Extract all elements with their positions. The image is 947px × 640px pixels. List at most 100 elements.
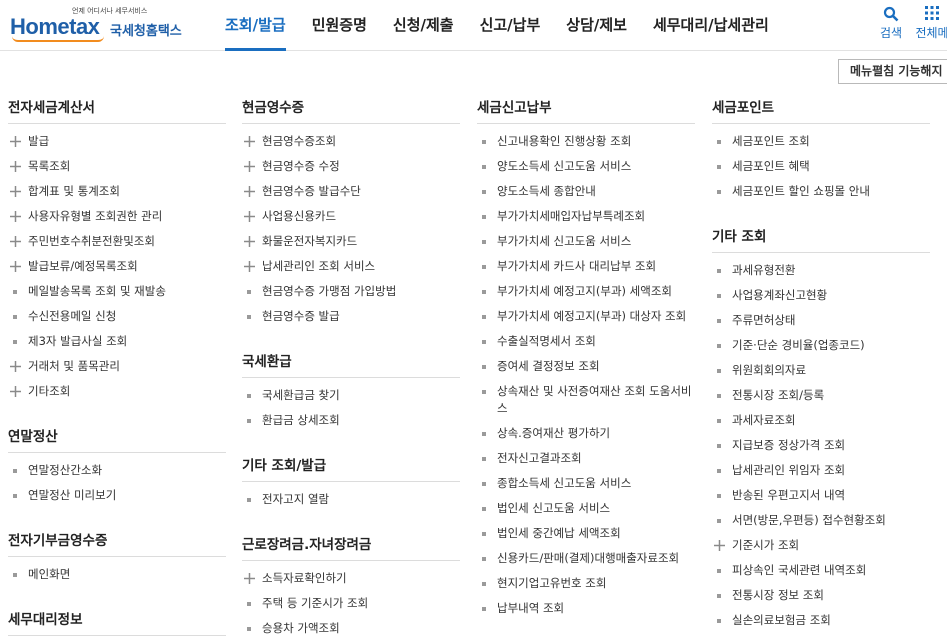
menu-item[interactable]: 법인세 신고도움 서비스: [477, 496, 695, 521]
menu-item[interactable]: 현금영수증 가맹점 가입방법: [242, 279, 460, 304]
expand-plus-icon[interactable]: [712, 537, 726, 554]
section-title[interactable]: 연말정산: [8, 422, 226, 453]
menu-item[interactable]: 상속.증여재산 평가하기: [477, 421, 695, 446]
menu-item[interactable]: 사업용신용카드: [242, 204, 460, 229]
menu-item[interactable]: 전통시장 조회/등록: [712, 383, 930, 408]
all-menu-button[interactable]: 전체메: [912, 6, 947, 41]
nav-item-3[interactable]: 신청/제출: [380, 0, 467, 51]
expand-plus-icon[interactable]: [8, 258, 22, 275]
menu-item[interactable]: 수출실적명세서 조회: [477, 329, 695, 354]
menu-item[interactable]: 화물운전자복지카드: [242, 229, 460, 254]
section-title[interactable]: 국세환급: [242, 347, 460, 378]
expand-plus-icon[interactable]: [8, 383, 22, 400]
menu-item[interactable]: 세금포인트 조회: [712, 129, 930, 154]
menu-item[interactable]: 합계표 및 통계조회: [8, 179, 226, 204]
menu-item[interactable]: 반송된 우편고지서 내역: [712, 483, 930, 508]
expand-plus-icon[interactable]: [242, 258, 256, 275]
expand-plus-icon[interactable]: [242, 570, 256, 587]
menu-item[interactable]: 부가가치세 카드사 대리납부 조회: [477, 254, 695, 279]
menu-item[interactable]: 양도소득세 종합안내: [477, 179, 695, 204]
menu-item[interactable]: 주류면허상태: [712, 308, 930, 333]
menu-item[interactable]: 과세자료조회: [712, 408, 930, 433]
menu-item[interactable]: 승용차 가액조회: [242, 616, 460, 640]
menu-collapse-button[interactable]: 메뉴펼침 기능해지: [838, 59, 947, 84]
section-title[interactable]: 세금신고납부: [477, 93, 695, 124]
expand-plus-icon[interactable]: [8, 133, 22, 150]
menu-item[interactable]: 과세유형전환: [712, 258, 930, 283]
menu-item[interactable]: 현금영수증 발급: [242, 304, 460, 329]
menu-item[interactable]: 실손의료보험금 조회: [712, 608, 930, 633]
menu-item[interactable]: 세금포인트 혜택: [712, 154, 930, 179]
menu-item[interactable]: 증여세 결정정보 조회: [477, 354, 695, 379]
menu-item[interactable]: 현금영수증 수정: [242, 154, 460, 179]
nav-item-1[interactable]: 조회/발급: [212, 0, 299, 51]
menu-item[interactable]: 환급금 상세조회: [242, 408, 460, 433]
menu-item[interactable]: 사용자유형별 조회권한 관리: [8, 204, 226, 229]
menu-item[interactable]: 수신전용메일 신청: [8, 304, 226, 329]
menu-item[interactable]: 기준시가 조회: [712, 533, 930, 558]
hometax-logo[interactable]: 언제 어디서나 세무서비스 Hometax 국세청홈택스: [10, 6, 190, 46]
menu-item[interactable]: 주민번호수취분전환및조회: [8, 229, 226, 254]
expand-plus-icon[interactable]: [242, 208, 256, 225]
section-title[interactable]: 세무대리정보: [8, 605, 226, 636]
menu-item[interactable]: 신고내용확인 진행상황 조회: [477, 129, 695, 154]
menu-item[interactable]: 발급: [8, 129, 226, 154]
nav-item-4[interactable]: 신고/납부: [467, 0, 554, 51]
expand-plus-icon[interactable]: [8, 158, 22, 175]
menu-item[interactable]: 위원회회의자료: [712, 358, 930, 383]
menu-item[interactable]: 납세관리인 조회 서비스: [242, 254, 460, 279]
menu-item[interactable]: 메일발송목록 조회 및 재발송: [8, 279, 226, 304]
menu-item[interactable]: 목록조회: [8, 154, 226, 179]
menu-item[interactable]: 서면(방문,우편등) 접수현황조회: [712, 508, 930, 533]
menu-item[interactable]: 현금영수증 발급수단: [242, 179, 460, 204]
section-title[interactable]: 전자기부금영수증: [8, 526, 226, 557]
menu-item[interactable]: 전통시장 정보 조회: [712, 583, 930, 608]
menu-item[interactable]: 기준·단순 경비율(업종코드): [712, 333, 930, 358]
menu-item[interactable]: 납부내역 조회: [477, 596, 695, 621]
expand-plus-icon[interactable]: [8, 358, 22, 375]
expand-plus-icon[interactable]: [242, 183, 256, 200]
menu-item[interactable]: 현지기업고유번호 조회: [477, 571, 695, 596]
expand-plus-icon[interactable]: [242, 233, 256, 250]
section-title[interactable]: 기타 조회/발급: [242, 451, 460, 482]
expand-plus-icon[interactable]: [242, 158, 256, 175]
menu-item[interactable]: 사업용계좌신고현황: [712, 283, 930, 308]
expand-plus-icon[interactable]: [8, 233, 22, 250]
expand-plus-icon[interactable]: [8, 183, 22, 200]
menu-item[interactable]: 상속재산 및 사전증여재산 조회 도움서비스: [477, 379, 695, 421]
menu-item[interactable]: 전자고지 열람: [242, 487, 460, 512]
section-title[interactable]: 세금포인트: [712, 93, 930, 124]
section-title[interactable]: 현금영수증: [242, 93, 460, 124]
menu-item[interactable]: 납세관리인 위임자 조회: [712, 458, 930, 483]
menu-item[interactable]: 종합소득세 신고도움 서비스: [477, 471, 695, 496]
menu-item[interactable]: 지급보증 정상가격 조회: [712, 433, 930, 458]
menu-item[interactable]: 제3자 발급사실 조회: [8, 329, 226, 354]
menu-item[interactable]: 연말정산 미리보기: [8, 483, 226, 508]
nav-item-5[interactable]: 상담/제보: [553, 0, 640, 51]
menu-item[interactable]: 신용카드/판매(결제)대행매출자료조회: [477, 546, 695, 571]
menu-item[interactable]: 연말정산간소화: [8, 458, 226, 483]
menu-item[interactable]: 부가가치세 예정고지(부과) 세액조회: [477, 279, 695, 304]
menu-item[interactable]: 세금포인트 할인 쇼핑몰 안내: [712, 179, 930, 204]
menu-item[interactable]: 메인화면: [8, 562, 226, 587]
menu-item[interactable]: 국세환급금 찾기: [242, 383, 460, 408]
section-title[interactable]: 기타 조회: [712, 222, 930, 253]
menu-item[interactable]: 주택 등 기준시가 조회: [242, 591, 460, 616]
menu-item[interactable]: 법인세 중간예납 세액조회: [477, 521, 695, 546]
menu-item[interactable]: 전자신고결과조회: [477, 446, 695, 471]
expand-plus-icon[interactable]: [8, 208, 22, 225]
menu-item[interactable]: 피상속인 국세관련 내역조회: [712, 558, 930, 583]
search-button[interactable]: 검색: [871, 6, 911, 41]
nav-item-6[interactable]: 세무대리/납세관리: [640, 0, 782, 51]
section-title[interactable]: 전자세금계산서: [8, 93, 226, 124]
nav-item-2[interactable]: 민원증명: [299, 0, 380, 51]
menu-item[interactable]: 기타조회: [8, 379, 226, 404]
menu-item[interactable]: 소득자료확인하기: [242, 566, 460, 591]
menu-item[interactable]: 발급보류/예정목록조회: [8, 254, 226, 279]
menu-item[interactable]: 거래처 및 품목관리: [8, 354, 226, 379]
menu-item[interactable]: 현금영수증조회: [242, 129, 460, 154]
menu-item[interactable]: 부가가치세매입자납부특례조회: [477, 204, 695, 229]
menu-item[interactable]: 부가가치세 신고도움 서비스: [477, 229, 695, 254]
section-title[interactable]: 근로장려금.자녀장려금: [242, 530, 460, 561]
menu-item[interactable]: 양도소득세 신고도움 서비스: [477, 154, 695, 179]
